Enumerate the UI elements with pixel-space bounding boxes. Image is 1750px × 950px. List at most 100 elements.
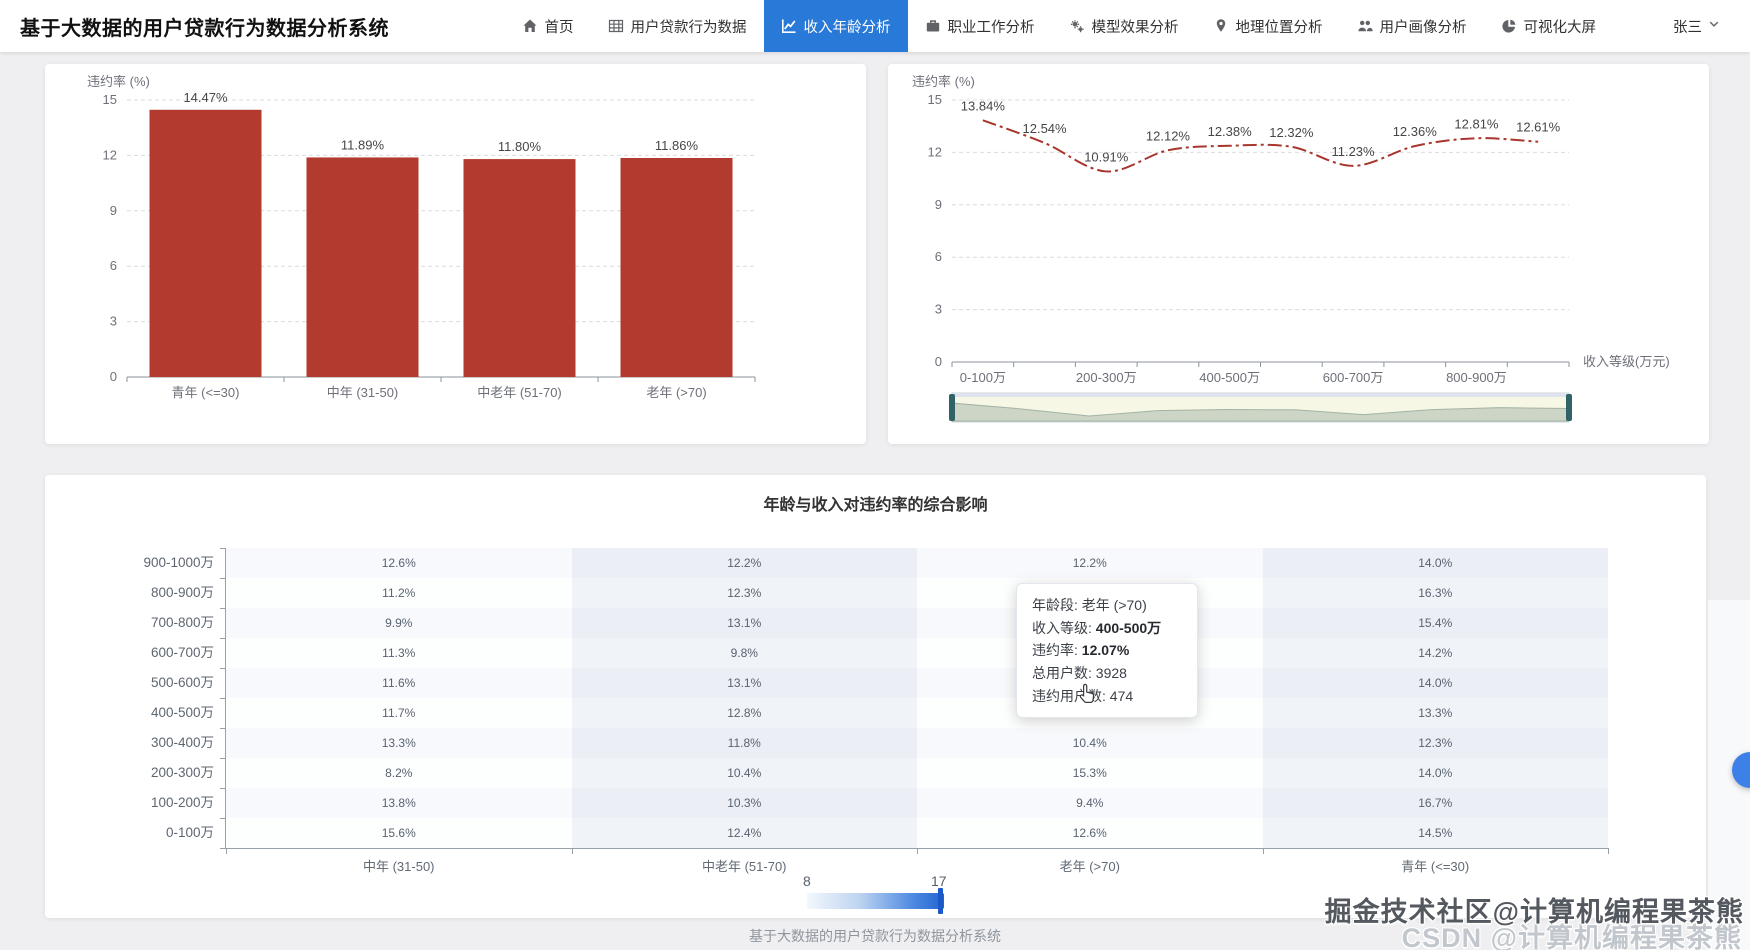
gears-icon: [1069, 18, 1085, 34]
svg-text:13.84%: 13.84%: [961, 98, 1006, 113]
main-menu: 首页 用户贷款行为数据 收入年龄分析 职业工作分析 模型效果分析 地理位置分析 用户画像分析…: [505, 0, 1614, 52]
heatmap-cell[interactable]: 16.7%: [1262, 788, 1608, 818]
tooltip-line: 收入等级: 400-500万: [1032, 619, 1162, 636]
line-chart-card: 违约率 (%) 0 3 6 9 12 15 13.84% 12.54% 10.91% 12.12% 1…: [888, 64, 1709, 444]
heatmap-cell[interactable]: 9.8%: [571, 638, 917, 668]
heatmap-tooltip: 年龄段: 老年 (>70) 收入等级: 400-500万 违约率: 12.07% 总用…: [1016, 583, 1198, 719]
svg-text:12.12%: 12.12%: [1146, 128, 1191, 143]
heatmap-cell[interactable]: 9.9%: [226, 608, 572, 638]
line-chart[interactable]: 违约率 (%) 0 3 6 9 12 15 13.84% 12.54% 10.91% 12.12% 1…: [888, 64, 1709, 444]
nav-item-5[interactable]: 模型效果分析: [1052, 0, 1196, 52]
svg-text:0: 0: [935, 354, 942, 369]
svg-text:15: 15: [928, 92, 942, 107]
heatmap-cell[interactable]: 12.2%: [917, 548, 1263, 578]
heatmap-cell[interactable]: 11.7%: [226, 698, 572, 728]
heatmap-cell[interactable]: 14.0%: [1262, 758, 1608, 788]
heatmap-cell[interactable]: 15.4%: [1262, 608, 1608, 638]
heatmap-cell[interactable]: 13.8%: [226, 788, 572, 818]
hand-cursor-icon: [1075, 682, 1097, 711]
svg-text:6: 6: [110, 258, 117, 273]
heatmap-y-label: 0-100万: [165, 825, 214, 840]
heatmap-cell[interactable]: 14.0%: [1262, 548, 1608, 578]
heatmap-cell[interactable]: 8.2%: [226, 758, 572, 788]
heatmap-x-label: 中年 (31-50): [362, 859, 435, 874]
visualmap-min-label: 8: [803, 873, 811, 889]
tooltip-line: 总用户数: 3928: [1032, 665, 1127, 682]
table-icon: [608, 18, 624, 34]
heatmap-cell[interactable]: 13.3%: [226, 728, 572, 758]
heatmap-cell[interactable]: 11.2%: [226, 578, 572, 608]
user-name: 张三: [1673, 19, 1702, 36]
heatmap-cell[interactable]: 13.3%: [1262, 698, 1608, 728]
heatmap-cell[interactable]: 11.8%: [571, 728, 917, 758]
svg-text:中年 (31-50): 中年 (31-50): [327, 385, 399, 400]
bar-chart[interactable]: 违约率 (%) 0 3 6 9 12 15 14.47% 青年 (<=30) 11.89% 中年 (…: [45, 64, 866, 444]
svg-text:0-100万: 0-100万: [960, 370, 1006, 385]
tooltip-line: 违约率: 12.07%: [1032, 642, 1130, 659]
heatmap-cell[interactable]: 12.6%: [917, 818, 1263, 848]
heatmap-cell[interactable]: 14.5%: [1262, 818, 1608, 848]
heatmap-cell[interactable]: 12.2%: [571, 548, 917, 578]
svg-text:收入等级(万元): 收入等级(万元): [1583, 354, 1670, 369]
nav-item-6[interactable]: 地理位置分析: [1196, 0, 1340, 52]
nav-item-7[interactable]: 用户画像分析: [1340, 0, 1484, 52]
tooltip-line: 年龄段: 老年 (>70): [1032, 597, 1147, 613]
heatmap-cell[interactable]: 13.1%: [571, 608, 917, 638]
visualmap-gradient-bar[interactable]: [807, 893, 944, 909]
heatmap-y-label: 400-500万: [150, 705, 214, 720]
heatmap-cell[interactable]: 12.8%: [571, 698, 917, 728]
heatmap-x-label: 老年 (>70): [1059, 859, 1120, 874]
user-menu[interactable]: 张三: [1613, 0, 1750, 52]
svg-text:违约率 (%): 违约率 (%): [87, 74, 150, 89]
heatmap-y-label: 600-700万: [150, 645, 214, 660]
heatmap-cell[interactable]: 12.6%: [226, 548, 572, 578]
heatmap-cell[interactable]: 12.4%: [571, 818, 917, 848]
heatmap-cell[interactable]: 10.4%: [571, 758, 917, 788]
visualmap-handle[interactable]: [938, 888, 943, 914]
heatmap-x-label: 青年 (<=30): [1401, 859, 1470, 874]
heatmap-y-label: 300-400万: [150, 735, 214, 750]
svg-text:12.36%: 12.36%: [1393, 124, 1438, 139]
heatmap-cell[interactable]: 16.3%: [1262, 578, 1608, 608]
heatmap-cell[interactable]: 15.3%: [917, 758, 1263, 788]
map-pin-icon: [1213, 18, 1229, 34]
heatmap-cell[interactable]: 10.3%: [571, 788, 917, 818]
users-icon: [1357, 18, 1373, 34]
bar-chart-card: 违约率 (%) 0 3 6 9 12 15 14.47% 青年 (<=30) 11.89% 中年 (…: [45, 64, 866, 444]
svg-text:11.86%: 11.86%: [655, 138, 699, 153]
heatmap-title: 年龄与收入对违约率的综合影响: [763, 497, 988, 514]
watermark-juejin: 掘金技术社区@计算机编程果茶熊: [1324, 897, 1744, 927]
home-icon: [522, 18, 538, 34]
nav-item-8[interactable]: 可视化大屏: [1484, 0, 1614, 52]
heatmap-cell[interactable]: 11.6%: [226, 668, 572, 698]
heatmap-cell[interactable]: 12.3%: [1262, 728, 1608, 758]
heatmap-cell[interactable]: 14.2%: [1262, 638, 1608, 668]
svg-text:11.80%: 11.80%: [498, 139, 542, 154]
heatmap-cell[interactable]: 15.6%: [226, 818, 572, 848]
heatmap-y-label: 800-900万: [150, 585, 214, 600]
nav-item-2[interactable]: 用户贷款行为数据: [591, 0, 764, 52]
svg-text:0: 0: [110, 369, 117, 384]
nav-item-4[interactable]: 职业工作分析: [908, 0, 1052, 52]
nav-item-3[interactable]: 收入年龄分析: [763, 0, 908, 52]
svg-text:15: 15: [103, 92, 117, 107]
heatmap-grid[interactable]: 12.6% 12.2% 12.2% 14.0% 900-1000万 11.2% 12.3% 1…: [143, 548, 1609, 874]
heatmap-y-label: 700-800万: [150, 615, 214, 630]
heatmap-cell[interactable]: 10.4%: [917, 728, 1263, 758]
svg-text:12.81%: 12.81%: [1454, 116, 1499, 131]
svg-text:600-700万: 600-700万: [1323, 370, 1384, 385]
svg-text:6: 6: [935, 249, 942, 264]
svg-text:青年 (<=30): 青年 (<=30): [172, 385, 240, 400]
heatmap-cell[interactable]: 12.3%: [571, 578, 917, 608]
heatmap-cell[interactable]: 11.3%: [226, 638, 572, 668]
heatmap-cell[interactable]: 14.0%: [1262, 668, 1608, 698]
svg-text:14.47%: 14.47%: [183, 90, 228, 105]
nav-item-1[interactable]: 首页: [505, 0, 591, 52]
chevron-down-icon: [1708, 18, 1720, 34]
svg-text:中老年 (51-70): 中老年 (51-70): [477, 385, 562, 400]
svg-text:12.54%: 12.54%: [1023, 121, 1068, 136]
pie-chart-icon: [1501, 18, 1517, 34]
heatmap-cell[interactable]: 9.4%: [917, 788, 1263, 818]
heatmap-cell[interactable]: 13.1%: [571, 668, 917, 698]
svg-text:10.91%: 10.91%: [1084, 149, 1129, 164]
